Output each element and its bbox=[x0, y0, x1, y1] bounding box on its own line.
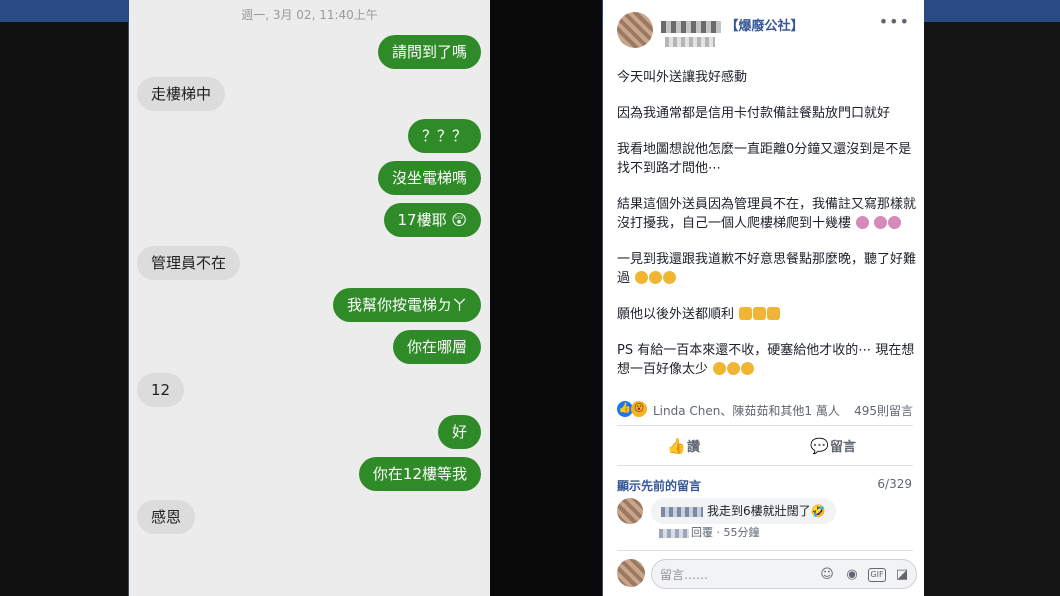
blurred-commenter-name bbox=[661, 506, 703, 517]
post-paragraph: 願他以後外送都順利 bbox=[617, 305, 917, 324]
post-paragraph: 一見到我還跟我道歉不好意思餐點那麼晚，聽了好難過 bbox=[617, 252, 917, 286]
emoji-icon[interactable]: ☺ bbox=[818, 566, 836, 584]
chat-bubble-incoming: 管理員不在 bbox=[137, 246, 241, 280]
crying-face-icon bbox=[649, 271, 663, 284]
dizzy-face-icon bbox=[874, 216, 888, 229]
chat-bubble-outgoing: ？？？ bbox=[407, 119, 481, 153]
crying-face-icon bbox=[727, 362, 741, 375]
post-text: 今天叫外送讓我好感動 因為我通常都是信用卡付款備註餐點放門口就好 我看地圖想說他… bbox=[617, 68, 917, 396]
blurred-author-name bbox=[661, 20, 721, 33]
divider bbox=[617, 550, 913, 551]
divider bbox=[617, 425, 913, 426]
write-comment-box[interactable]: ☺ ◉ GIF ◪ bbox=[651, 559, 917, 589]
crying-face-icon bbox=[713, 362, 727, 375]
post-timestamp-blurred bbox=[665, 37, 715, 47]
comment-button[interactable]: 💬留言 bbox=[810, 436, 856, 458]
comment-input[interactable] bbox=[660, 566, 810, 584]
comment-count[interactable]: 495則留言 bbox=[854, 402, 913, 419]
reacted-names[interactable]: Linda Chen、陳茹茹和其他1 萬人 bbox=[653, 402, 840, 419]
wow-reaction-icon: 😮 bbox=[631, 401, 647, 417]
chat-bubble-outgoing: 你在哪層 bbox=[392, 330, 481, 364]
chat-bubble-outgoing: 請問到了嗎 bbox=[377, 35, 481, 69]
chat-bubble-incoming: 感恩 bbox=[137, 500, 196, 534]
post-paragraph: 因為我通常都是信用卡付款備註餐點放門口就好 bbox=[617, 106, 891, 121]
show-previous-comments-link[interactable]: 顯示先前的留言 bbox=[617, 477, 701, 494]
crying-face-icon bbox=[663, 271, 677, 284]
like-button[interactable]: 👍讚 bbox=[667, 436, 700, 458]
post-paragraph: 今天叫外送讓我好感動 bbox=[617, 70, 748, 85]
chat-bubble-outgoing: 你在12樓等我 bbox=[358, 457, 481, 491]
comment-text: 我走到6樓就壯闊了🤣 bbox=[707, 504, 826, 518]
chat-bubble-outgoing: 好 bbox=[437, 415, 481, 449]
divider bbox=[617, 465, 913, 466]
chat-bubble-incoming: 12 bbox=[137, 373, 185, 407]
comment-bubble: 我走到6樓就壯闊了🤣 bbox=[651, 498, 836, 524]
more-options-button[interactable]: ••• bbox=[879, 12, 910, 31]
praying-hands-icon bbox=[739, 307, 753, 320]
reply-link[interactable]: 回覆 bbox=[691, 526, 713, 539]
comment-time: 55分鐘 bbox=[723, 526, 760, 539]
dizzy-face-icon bbox=[888, 216, 902, 229]
post-paragraph: 結果這個外送員因為管理員不在，我備註又寫那樣就沒打擾我，自己一個人爬樓梯爬到十幾… bbox=[617, 197, 917, 231]
chat-screenshot: 週一, 3月 02, 11:40上午 請問到了嗎 走樓梯中 ？？？ 沒坐電梯嗎 … bbox=[129, 0, 490, 596]
sticker-icon[interactable]: ◪ bbox=[893, 566, 911, 584]
crying-face-icon bbox=[635, 271, 649, 284]
speech-bubble-icon: 💬 bbox=[810, 437, 829, 455]
chat-bubble-incoming: 走樓梯中 bbox=[137, 77, 226, 111]
photo-viewer-gap bbox=[490, 0, 602, 596]
post-paragraph: 我看地圖想說他怎麼一直距離0分鐘又還沒到是不是找不到路才問他⋯ bbox=[617, 142, 912, 176]
chat-bubble-outgoing: 沒坐電梯嗎 bbox=[377, 161, 481, 195]
chat-bubble-outgoing: 17樓耶 😲 bbox=[383, 203, 481, 237]
praying-hands-icon bbox=[767, 307, 781, 320]
chat-bubble-outgoing: 我幫你按電梯ㄉㄚ bbox=[332, 288, 481, 322]
camera-icon[interactable]: ◉ bbox=[843, 566, 861, 584]
comment-meta: 回覆 · 55分鐘 bbox=[659, 524, 760, 540]
gif-icon[interactable]: GIF bbox=[868, 568, 886, 582]
dizzy-face-icon bbox=[856, 216, 870, 229]
current-user-avatar bbox=[617, 559, 645, 587]
background-left-column bbox=[0, 22, 128, 596]
blurred-action bbox=[659, 528, 689, 538]
thumbs-up-icon: 👍 bbox=[667, 437, 686, 455]
chat-date: 週一, 3月 02, 11:40上午 bbox=[241, 8, 378, 22]
background-right-column bbox=[924, 22, 1060, 596]
praying-hands-icon bbox=[753, 307, 767, 320]
commenter-avatar[interactable] bbox=[617, 498, 643, 524]
facebook-post: 【爆廢公社】 ••• 今天叫外送讓我好感動 因為我通常都是信用卡付款備註餐點放門… bbox=[603, 0, 924, 596]
crying-face-icon bbox=[741, 362, 755, 375]
group-name[interactable]: 【爆廢公社】 bbox=[726, 19, 804, 34]
comment-counter: 6/329 bbox=[877, 477, 912, 491]
reaction-icons: 👍 😮 bbox=[617, 401, 651, 417]
post-paragraph: PS 有給一百本來還不收，硬塞給他才收的⋯ 現在想想一百好像太少 bbox=[617, 343, 915, 377]
post-author[interactable]: 【爆廢公社】 bbox=[661, 15, 804, 34]
author-avatar[interactable] bbox=[617, 12, 653, 48]
reactions-summary[interactable]: 👍 😮 Linda Chen、陳茹茹和其他1 萬人 495則留言 bbox=[617, 398, 913, 420]
